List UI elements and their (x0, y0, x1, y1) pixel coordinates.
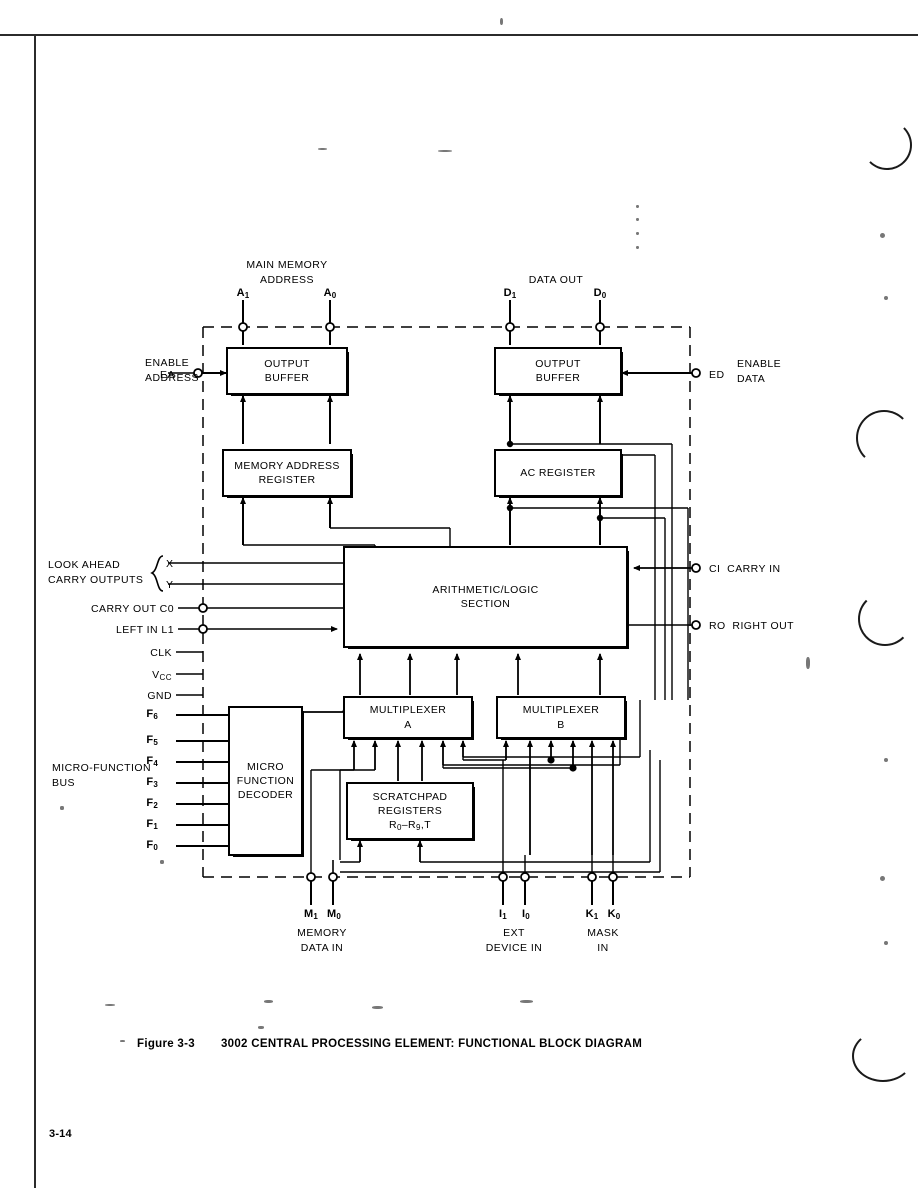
block-label-line: MULTIPLEXER (369, 704, 447, 717)
pin-f0: F0 (146, 839, 158, 852)
look-ahead-brace (150, 555, 164, 592)
figure-caption: Figure 3-3 3002 CENTRAL PROCESSING ELEMEN… (137, 1038, 642, 1050)
label-pin-x: X (166, 558, 174, 570)
scan-arc (856, 410, 912, 466)
label-clk: CLK (150, 647, 172, 659)
scan-speck (120, 1040, 125, 1042)
pin-k1: K1 (585, 908, 599, 921)
label-look-ahead-carry-outputs: LOOK AHEAD CARRY OUTPUTS (48, 559, 144, 587)
label-ea-symbol: EA (160, 369, 175, 381)
scan-arc (858, 592, 912, 646)
pin-f5: F5 (146, 734, 158, 747)
figure-caption-title: 3002 CENTRAL PROCESSING ELEMENT: FUNCTIO… (220, 1038, 643, 1050)
block-label-line: ARITHMETIC/LOGIC (432, 583, 539, 596)
scan-speck (636, 205, 639, 208)
scan-speck (880, 233, 885, 238)
block-label-line: DECODER (237, 789, 294, 802)
block-label-line: R0–R9,T (388, 819, 432, 833)
block-label-line: A (404, 718, 412, 731)
scan-speck (438, 150, 452, 152)
block-arithmetic-logic-section: ARITHMETIC/LOGIC SECTION (343, 546, 629, 649)
scan-speck (636, 218, 639, 221)
label-vcc: VCC (152, 669, 172, 682)
label-main-memory-address: MAIN MEMORY ADDRESS (246, 259, 328, 287)
block-ac-register: AC REGISTER (494, 449, 623, 498)
scan-speck (105, 1004, 115, 1006)
block-multiplexer-a: MULTIPLEXER A (343, 696, 474, 740)
block-scratchpad-registers: SCRATCHPAD REGISTERS R0–R9,T (346, 782, 475, 841)
block-label-line: B (557, 718, 565, 731)
scan-arc (862, 120, 912, 170)
label-carry-out: CARRY OUT C0 (90, 603, 174, 615)
block-label-line: MICRO (247, 760, 284, 773)
pin-a1: A1 (236, 287, 250, 300)
functional-block-diagram: OUTPUT BUFFER MEMORY ADDRESS REGISTER OU… (0, 0, 918, 1188)
label-mask-in: MASK IN (587, 927, 619, 955)
scan-speck (372, 1006, 383, 1009)
pin-f4: F4 (146, 755, 158, 768)
scan-speck (264, 1000, 273, 1003)
block-label-line: REGISTERS (377, 804, 443, 817)
block-label-line: SCRATCHPAD (372, 790, 448, 803)
scan-speck (160, 860, 164, 864)
block-label-line: MULTIPLEXER (522, 704, 600, 717)
block-label-line: AC REGISTER (520, 466, 596, 479)
scan-speck (60, 806, 64, 810)
block-memory-address-register: MEMORY ADDRESS REGISTER (222, 449, 353, 498)
block-label-line: SECTION (460, 598, 511, 610)
scan-speck (636, 232, 639, 235)
scan-speck (500, 18, 503, 25)
label-carry-in: CI CARRY IN (709, 563, 781, 575)
pin-f1: F1 (146, 818, 158, 831)
label-pin-y: Y (166, 579, 174, 591)
scan-speck (258, 1026, 264, 1029)
block-label-line: OUTPUT (264, 357, 310, 370)
scan-speck (636, 246, 639, 249)
block-label-line: MEMORY ADDRESS (234, 459, 340, 472)
block-label-line: OUTPUT (535, 357, 581, 370)
block-label-line: BUFFER (535, 372, 581, 384)
page-number: 3-14 (49, 1128, 72, 1140)
pin-d1: D1 (503, 287, 517, 300)
block-multiplexer-b: MULTIPLEXER B (496, 696, 627, 740)
block-micro-function-decoder: MICRO FUNCTION DECODER (228, 706, 304, 857)
scan-speck (880, 876, 885, 881)
pin-m0: M0 (326, 908, 342, 921)
scan-speck (520, 1000, 533, 1003)
pin-i0: I0 (522, 908, 530, 921)
pin-a0: A0 (323, 287, 337, 300)
label-ed-symbol: ED (709, 369, 725, 381)
label-gnd: GND (147, 690, 172, 702)
label-data-out: DATA OUT (528, 274, 584, 286)
block-output-buffer-address: OUTPUT BUFFER (226, 347, 349, 396)
label-micro-function-bus: MICRO-FUNCTION BUS (52, 762, 152, 790)
label-left-in: LEFT IN L1 (116, 624, 174, 636)
pin-i1: I1 (499, 908, 507, 921)
scan-speck (884, 941, 888, 945)
scan-speck (318, 148, 327, 150)
label-memory-data-in: MEMORY DATA IN (297, 927, 347, 955)
label-ext-device-in: EXT DEVICE IN (485, 927, 543, 955)
block-label-line: REGISTER (258, 474, 316, 486)
pin-d0: D0 (593, 287, 607, 300)
pin-m1: M1 (303, 908, 319, 921)
block-output-buffer-data: OUTPUT BUFFER (494, 347, 623, 396)
scan-speck (806, 657, 810, 669)
block-label-line: FUNCTION (236, 774, 295, 787)
pin-f6: F6 (146, 708, 158, 721)
pin-f3: F3 (146, 776, 158, 789)
scan-speck (884, 296, 888, 300)
scan-arc (852, 1030, 914, 1082)
figure-caption-prefix: Figure 3-3 (137, 1038, 195, 1050)
scan-speck (884, 758, 888, 762)
label-enable-data: ENABLE DATA (737, 358, 782, 386)
pin-f2: F2 (146, 797, 158, 810)
block-label-line: BUFFER (264, 372, 310, 384)
pin-k0: K0 (607, 908, 621, 921)
label-right-out: RO RIGHT OUT (709, 620, 795, 632)
